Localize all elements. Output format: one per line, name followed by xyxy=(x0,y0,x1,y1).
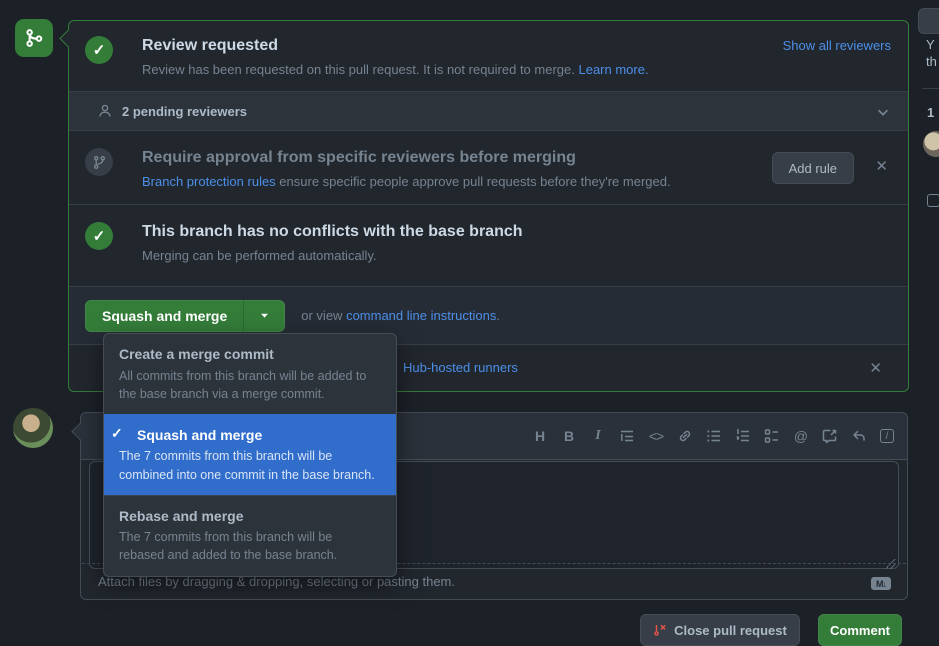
mention-icon[interactable]: @ xyxy=(793,428,809,444)
branch-protection-rules-link[interactable]: Branch protection rules xyxy=(142,174,276,189)
check-circle-icon: ✓ xyxy=(85,222,113,250)
branch-protection-section: Require approval from specific reviewers… xyxy=(69,131,908,204)
italic-icon[interactable]: I xyxy=(590,428,606,444)
user-avatar xyxy=(13,408,53,448)
merge-button-group: Squash and merge xyxy=(85,300,285,332)
learn-more-link[interactable]: Learn more. xyxy=(578,62,648,77)
menu-item-rebase-and-merge[interactable]: Rebase and merge The 7 commits from this… xyxy=(104,495,396,576)
sidebar-icon-fragment xyxy=(927,194,939,207)
sidebar-text-fragment: Y xyxy=(926,37,935,52)
menu-item-squash-and-merge[interactable]: ✓ Squash and merge The 7 commits from th… xyxy=(104,414,396,495)
sidebar-count-fragment: 1 xyxy=(927,105,934,120)
merge-options-menu: Create a merge commit All commits from t… xyxy=(103,333,397,577)
task-list-icon[interactable] xyxy=(764,428,780,444)
check-icon: ✓ xyxy=(93,41,106,59)
markdown-supported-icon: M↓ xyxy=(871,577,891,590)
no-conflicts-title: This branch has no conflicts with the ba… xyxy=(142,222,892,242)
merge-options-dropdown-button[interactable] xyxy=(243,300,285,332)
review-requested-section: ✓ Review requested Review has been reque… xyxy=(69,21,908,91)
slash-commands-icon[interactable]: / xyxy=(880,429,894,443)
close-pull-request-button[interactable]: Close pull request xyxy=(640,614,800,646)
command-line-instructions-link[interactable]: command line instructions xyxy=(346,308,496,323)
branch-protection-title: Require approval from specific reviewers… xyxy=(142,148,732,168)
sidebar-divider xyxy=(922,88,939,89)
command-line-hint: or view command line instructions. xyxy=(301,308,500,323)
reviewer-avatar-fragment xyxy=(923,131,939,157)
check-circle-icon: ✓ xyxy=(85,36,113,64)
cross-reference-icon[interactable] xyxy=(822,428,838,444)
heading-icon[interactable]: H xyxy=(532,428,548,444)
code-icon[interactable]: <> xyxy=(648,428,664,444)
show-all-reviewers-link[interactable]: Show all reviewers xyxy=(783,38,891,53)
branch-protection-description: Branch protection rules ensure specific … xyxy=(142,173,732,191)
sidebar-button-fragment[interactable] xyxy=(918,8,939,34)
saved-replies-icon[interactable] xyxy=(851,428,867,444)
person-icon xyxy=(97,103,113,119)
add-rule-button[interactable]: Add rule xyxy=(772,152,854,184)
pr-closed-icon xyxy=(653,623,667,637)
comment-button[interactable]: Comment xyxy=(818,614,902,646)
check-icon: ✓ xyxy=(93,227,106,245)
review-requested-description: Review has been requested on this pull r… xyxy=(142,61,892,79)
bold-icon[interactable]: B xyxy=(561,428,577,444)
git-merge-badge xyxy=(15,19,53,57)
review-requested-title: Review requested xyxy=(142,36,892,56)
no-conflicts-section: ✓ This branch has no conflicts with the … xyxy=(69,204,908,286)
selected-check-icon: ✓ xyxy=(111,425,123,442)
git-branch-circle-icon xyxy=(85,148,113,176)
dismiss-protection-icon[interactable]: ✕ xyxy=(875,159,888,174)
hosted-runners-link[interactable]: Hub-hosted runners xyxy=(403,360,518,375)
menu-item-create-merge-commit[interactable]: Create a merge commit All commits from t… xyxy=(104,334,396,414)
quote-icon[interactable] xyxy=(619,428,635,444)
sidebar-text-fragment: th xyxy=(926,54,937,69)
git-merge-icon xyxy=(24,28,44,48)
ordered-list-icon[interactable] xyxy=(735,428,751,444)
link-icon[interactable] xyxy=(677,428,693,444)
dismiss-notice-icon[interactable]: ✕ xyxy=(869,361,882,376)
squash-and-merge-button[interactable]: Squash and merge xyxy=(85,300,243,332)
pending-reviewers-label: 2 pending reviewers xyxy=(122,104,247,119)
no-conflicts-description: Merging can be performed automatically. xyxy=(142,247,892,265)
pending-reviewers-row[interactable]: 2 pending reviewers xyxy=(69,91,908,131)
chevron-down-icon[interactable] xyxy=(876,105,890,119)
unordered-list-icon[interactable] xyxy=(706,428,722,444)
